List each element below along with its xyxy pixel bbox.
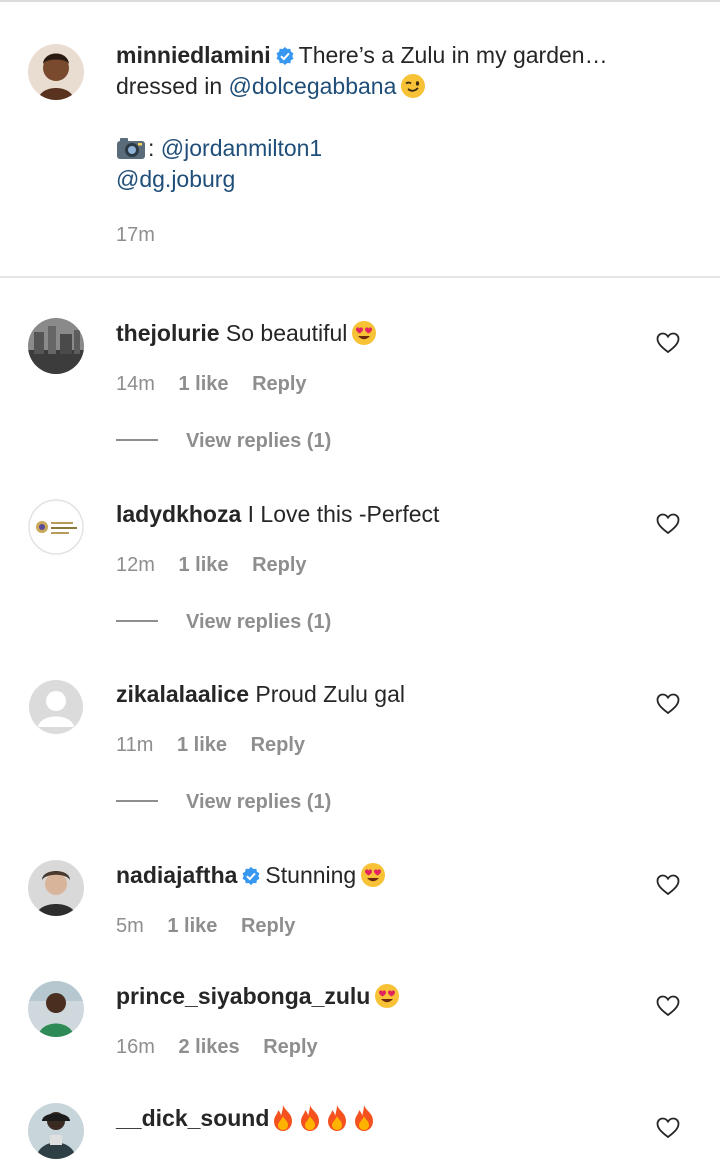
view-replies-label: View replies (1)	[186, 430, 332, 452]
comment-meta: 16m 2 likes Reply	[116, 1036, 336, 1059]
view-replies-button[interactable]: View replies (1)	[116, 791, 331, 814]
caption-timestamp: 17m	[116, 224, 155, 246]
avatar-thejolurie[interactable]	[28, 318, 84, 374]
like-heart-icon[interactable]	[656, 995, 680, 1017]
heart-eyes-icon	[361, 863, 386, 887]
avatar-dick-sound[interactable]	[28, 1103, 84, 1159]
reply-button[interactable]: Reply	[251, 734, 305, 756]
avatar-zikalalaalice[interactable]	[28, 679, 84, 735]
comment-meta: 12m 1 like Reply	[116, 554, 325, 577]
verified-badge-icon	[242, 867, 260, 885]
comment-time: 12m	[116, 554, 155, 576]
comment-time: 14m	[116, 373, 155, 395]
comment-likes[interactable]: 1 like	[167, 915, 217, 937]
avatar-prince-siyabonga-zulu[interactable]	[28, 981, 84, 1037]
comment-meta: 11m 1 like Reply	[116, 734, 323, 757]
comment-username[interactable]: zikalalaalice	[116, 681, 249, 707]
winking-face-icon	[401, 74, 426, 98]
reply-button[interactable]: Reply	[263, 1036, 317, 1058]
comment-likes[interactable]: 2 likes	[178, 1036, 239, 1058]
comment-text: nadiajaftha Stunning	[116, 860, 386, 891]
view-replies-button[interactable]: View replies (1)	[116, 611, 331, 634]
replies-dash	[116, 800, 158, 802]
view-replies-label: View replies (1)	[186, 611, 332, 633]
comment-body: So beautiful	[225, 320, 348, 346]
avatar-nadiajaftha[interactable]	[28, 860, 84, 916]
fire-emojis	[269, 1105, 377, 1131]
fire-icon	[328, 1105, 347, 1131]
reply-button[interactable]: Reply	[241, 915, 295, 937]
avatar-minniedlamini[interactable]	[28, 44, 84, 100]
caption-text-line1: There’s a Zulu in my garden…	[298, 42, 608, 68]
mention-jordanmilton1[interactable]: @jordanmilton1	[161, 135, 322, 161]
comment-body: Proud Zulu gal	[255, 681, 405, 707]
comment-username[interactable]: prince_siyabonga_zulu	[116, 983, 370, 1009]
comment-text: zikalalaalice Proud Zulu gal	[116, 679, 405, 710]
comment-username[interactable]: nadiajaftha	[116, 862, 237, 888]
comment-body: I Love this -Perfect	[247, 501, 440, 527]
fire-icon	[301, 1105, 320, 1131]
like-heart-icon[interactable]	[656, 332, 680, 354]
comment-body: Stunning	[265, 862, 357, 888]
view-replies-button[interactable]: View replies (1)	[116, 430, 331, 453]
comment-likes[interactable]: 1 like	[178, 554, 228, 576]
replies-dash	[116, 620, 158, 622]
replies-dash	[116, 439, 158, 441]
reply-button[interactable]: Reply	[252, 373, 306, 395]
like-heart-icon[interactable]	[656, 1117, 680, 1139]
top-border	[0, 0, 720, 2]
comment-text: thejolurie So beautiful	[116, 318, 377, 349]
fire-icon	[355, 1105, 374, 1131]
view-replies-label: View replies (1)	[186, 791, 332, 813]
reply-button[interactable]: Reply	[252, 554, 306, 576]
comment-username[interactable]: __dick_sound	[116, 1105, 269, 1131]
comment-time: 16m	[116, 1036, 155, 1058]
comment-likes[interactable]: 1 like	[178, 373, 228, 395]
like-heart-icon[interactable]	[656, 874, 680, 896]
camera-colon: :	[148, 135, 155, 161]
comment-meta: 14m 1 like Reply	[116, 373, 325, 396]
heart-eyes-icon	[375, 984, 400, 1008]
comment-meta: 5m 1 like Reply	[116, 915, 313, 938]
comment-time: 11m	[116, 734, 154, 756]
caption-text: minniedlamini There’s a Zulu in my garden…	[116, 40, 686, 195]
camera-icon	[117, 138, 145, 159]
comment-text: prince_siyabonga_zulu	[116, 981, 400, 1012]
verified-badge-icon	[276, 47, 294, 65]
comment-username[interactable]: ladydkhoza	[116, 501, 241, 527]
caption-text-line2: dressed in	[116, 73, 223, 99]
fire-icon	[274, 1105, 293, 1131]
like-heart-icon[interactable]	[656, 513, 680, 535]
like-heart-icon[interactable]	[656, 693, 680, 715]
mention-dg-joburg[interactable]: @dg.joburg	[116, 166, 235, 192]
comment-text: ladydkhoza I Love this -Perfect	[116, 499, 439, 530]
caption-divider	[0, 276, 720, 278]
heart-eyes-icon	[352, 321, 377, 345]
mention-dolcegabbana[interactable]: @dolcegabbana	[229, 73, 397, 99]
caption-username[interactable]: minniedlamini	[116, 42, 271, 68]
comment-time: 5m	[116, 915, 144, 937]
comment-likes[interactable]: 1 like	[177, 734, 227, 756]
comment-username[interactable]: thejolurie	[116, 320, 220, 346]
comment-text: __dick_sound	[116, 1103, 377, 1134]
avatar-ladydkhoza[interactable]	[28, 499, 84, 555]
